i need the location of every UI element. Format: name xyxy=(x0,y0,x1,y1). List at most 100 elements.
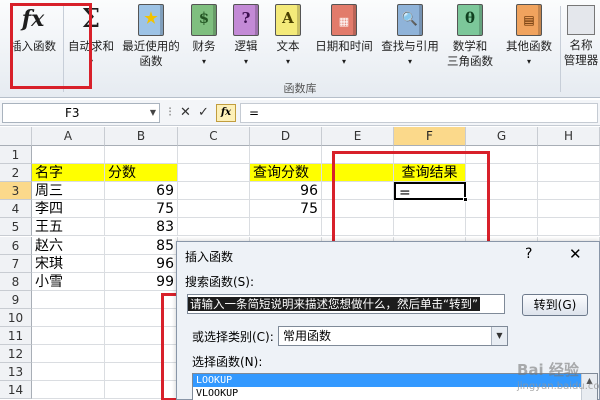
cell-a12[interactable] xyxy=(32,345,105,364)
row-header-2[interactable]: 2 xyxy=(0,164,32,183)
cell-c2[interactable] xyxy=(178,164,250,183)
cell-c3[interactable] xyxy=(178,182,250,201)
cell-e4[interactable] xyxy=(322,200,394,219)
cell-a2[interactable]: 名字 xyxy=(32,164,105,183)
date-time-button[interactable]: ▦ 日期和时间 ▾ xyxy=(310,2,378,69)
cell-a8[interactable]: 小雪 xyxy=(32,272,105,291)
cancel-icon[interactable]: ✕ xyxy=(180,104,191,122)
cell-a14[interactable] xyxy=(32,381,105,400)
logical-button[interactable]: ? 逻辑 ▾ xyxy=(228,2,264,69)
cell-b7[interactable]: 96 xyxy=(105,254,178,273)
cell-h1[interactable] xyxy=(538,146,600,165)
cell-c4[interactable] xyxy=(178,200,250,219)
name-manager-button[interactable]: 名称 管理器 xyxy=(562,2,600,68)
row-header-8[interactable]: 8 xyxy=(0,272,32,291)
cell-b11[interactable] xyxy=(105,327,178,346)
cell-d4[interactable]: 75 xyxy=(250,200,322,219)
row-header-9[interactable]: 9 xyxy=(0,290,32,309)
cell-b4[interactable]: 75 xyxy=(105,200,178,219)
cell-b9[interactable] xyxy=(105,290,178,309)
row-header-13[interactable]: 13 xyxy=(0,363,32,382)
cell-b14[interactable] xyxy=(105,381,178,400)
cell-b6[interactable]: 85 xyxy=(105,236,178,255)
column-header-a[interactable]: A xyxy=(32,127,105,146)
financial-button[interactable]: $ 财务 ▾ xyxy=(186,2,222,69)
cell-a5[interactable]: 王五 xyxy=(32,218,105,237)
text-button[interactable]: A 文本 ▾ xyxy=(270,2,306,69)
cell-b5[interactable]: 83 xyxy=(105,218,178,237)
cell-a6[interactable]: 赵六 xyxy=(32,236,105,255)
goto-button[interactable]: 转到(G) xyxy=(522,294,588,316)
row-header-6[interactable]: 6 xyxy=(0,236,32,255)
cell-d1[interactable] xyxy=(250,146,322,165)
column-header-c[interactable]: C xyxy=(178,127,250,146)
name-box[interactable]: F3 ▼ xyxy=(2,103,160,123)
cell-a9[interactable] xyxy=(32,290,105,309)
column-header-f[interactable]: F xyxy=(394,127,466,146)
cell-d3[interactable]: 96 xyxy=(250,182,322,201)
cell-h2[interactable] xyxy=(538,164,600,183)
formula-input[interactable]: = xyxy=(240,103,598,123)
cell-g4[interactable] xyxy=(466,200,538,219)
insert-function-button[interactable]: fx 插入函数 xyxy=(4,2,62,54)
cell-h3[interactable] xyxy=(538,182,600,201)
column-header-e[interactable]: E xyxy=(322,127,394,146)
cell-b8[interactable]: 99 xyxy=(105,272,178,291)
cell-b3[interactable]: 69 xyxy=(105,182,178,201)
row-header-10[interactable]: 10 xyxy=(0,308,32,327)
cell-b10[interactable] xyxy=(105,308,178,327)
row-header-1[interactable]: 1 xyxy=(0,146,32,165)
name-box-dropdown-icon[interactable]: ▼ xyxy=(150,104,156,122)
category-select[interactable]: 常用函数 ▼ xyxy=(278,326,508,346)
cell-a7[interactable]: 宋琪 xyxy=(32,254,105,273)
autosum-button[interactable]: Σ 自动求和 ▾ xyxy=(65,2,117,69)
help-icon[interactable]: ? xyxy=(525,246,532,262)
cell-g1[interactable] xyxy=(466,146,538,165)
lookup-reference-button[interactable]: 🔍 查找与引用 ▾ xyxy=(376,2,444,69)
cell-a13[interactable] xyxy=(32,363,105,382)
search-function-input[interactable]: 请输入一条简短说明来描述您想做什么，然后单击“转到” xyxy=(187,294,505,314)
math-trig-button[interactable]: θ 数学和 三角函数 xyxy=(444,2,496,69)
cell-f1[interactable] xyxy=(394,146,466,165)
cell-c5[interactable] xyxy=(178,218,250,237)
cell-a3[interactable]: 周三 xyxy=(32,182,105,201)
row-header-11[interactable]: 11 xyxy=(0,327,32,346)
column-header-h[interactable]: H xyxy=(538,127,600,146)
column-header-d[interactable]: D xyxy=(250,127,322,146)
cell-c1[interactable] xyxy=(178,146,250,165)
cell-f2[interactable]: 查询结果 xyxy=(394,164,466,183)
select-all-corner[interactable] xyxy=(0,127,32,146)
cell-g2[interactable] xyxy=(466,164,538,183)
cell-e3[interactable] xyxy=(322,182,394,201)
row-header-4[interactable]: 4 xyxy=(0,200,32,219)
cell-b12[interactable] xyxy=(105,345,178,364)
cell-b1[interactable] xyxy=(105,146,178,165)
cell-h5[interactable] xyxy=(538,218,600,237)
cell-f5[interactable] xyxy=(394,218,466,237)
cell-d2[interactable]: 查询分数 xyxy=(250,164,322,183)
cell-g3[interactable] xyxy=(466,182,538,201)
cell-a1[interactable] xyxy=(32,146,105,165)
row-header-14[interactable]: 14 xyxy=(0,381,32,400)
fill-handle[interactable] xyxy=(463,197,468,203)
cell-e1[interactable] xyxy=(322,146,394,165)
row-header-12[interactable]: 12 xyxy=(0,345,32,364)
cell-f3[interactable]: = xyxy=(394,182,466,201)
recently-used-button[interactable]: ★ 最近使用的 函数 xyxy=(119,2,183,69)
chevron-down-icon[interactable]: ▼ xyxy=(491,327,507,345)
column-header-b[interactable]: B xyxy=(105,127,178,146)
enter-check-icon[interactable]: ✓ xyxy=(198,104,209,122)
cell-b13[interactable] xyxy=(105,363,178,382)
cell-e5[interactable] xyxy=(322,218,394,237)
more-functions-button[interactable]: ▤ 其他函数 ▾ xyxy=(500,2,558,69)
column-header-g[interactable]: G xyxy=(466,127,538,146)
cell-a11[interactable] xyxy=(32,327,105,346)
cell-h4[interactable] xyxy=(538,200,600,219)
row-header-3[interactable]: 3 xyxy=(0,182,32,201)
cell-f4[interactable] xyxy=(394,200,466,219)
close-icon[interactable]: ✕ xyxy=(569,245,582,263)
insert-function-fx-button[interactable]: fx xyxy=(216,104,236,122)
cell-a4[interactable]: 李四 xyxy=(32,200,105,219)
cell-a10[interactable] xyxy=(32,308,105,327)
row-header-7[interactable]: 7 xyxy=(0,254,32,273)
